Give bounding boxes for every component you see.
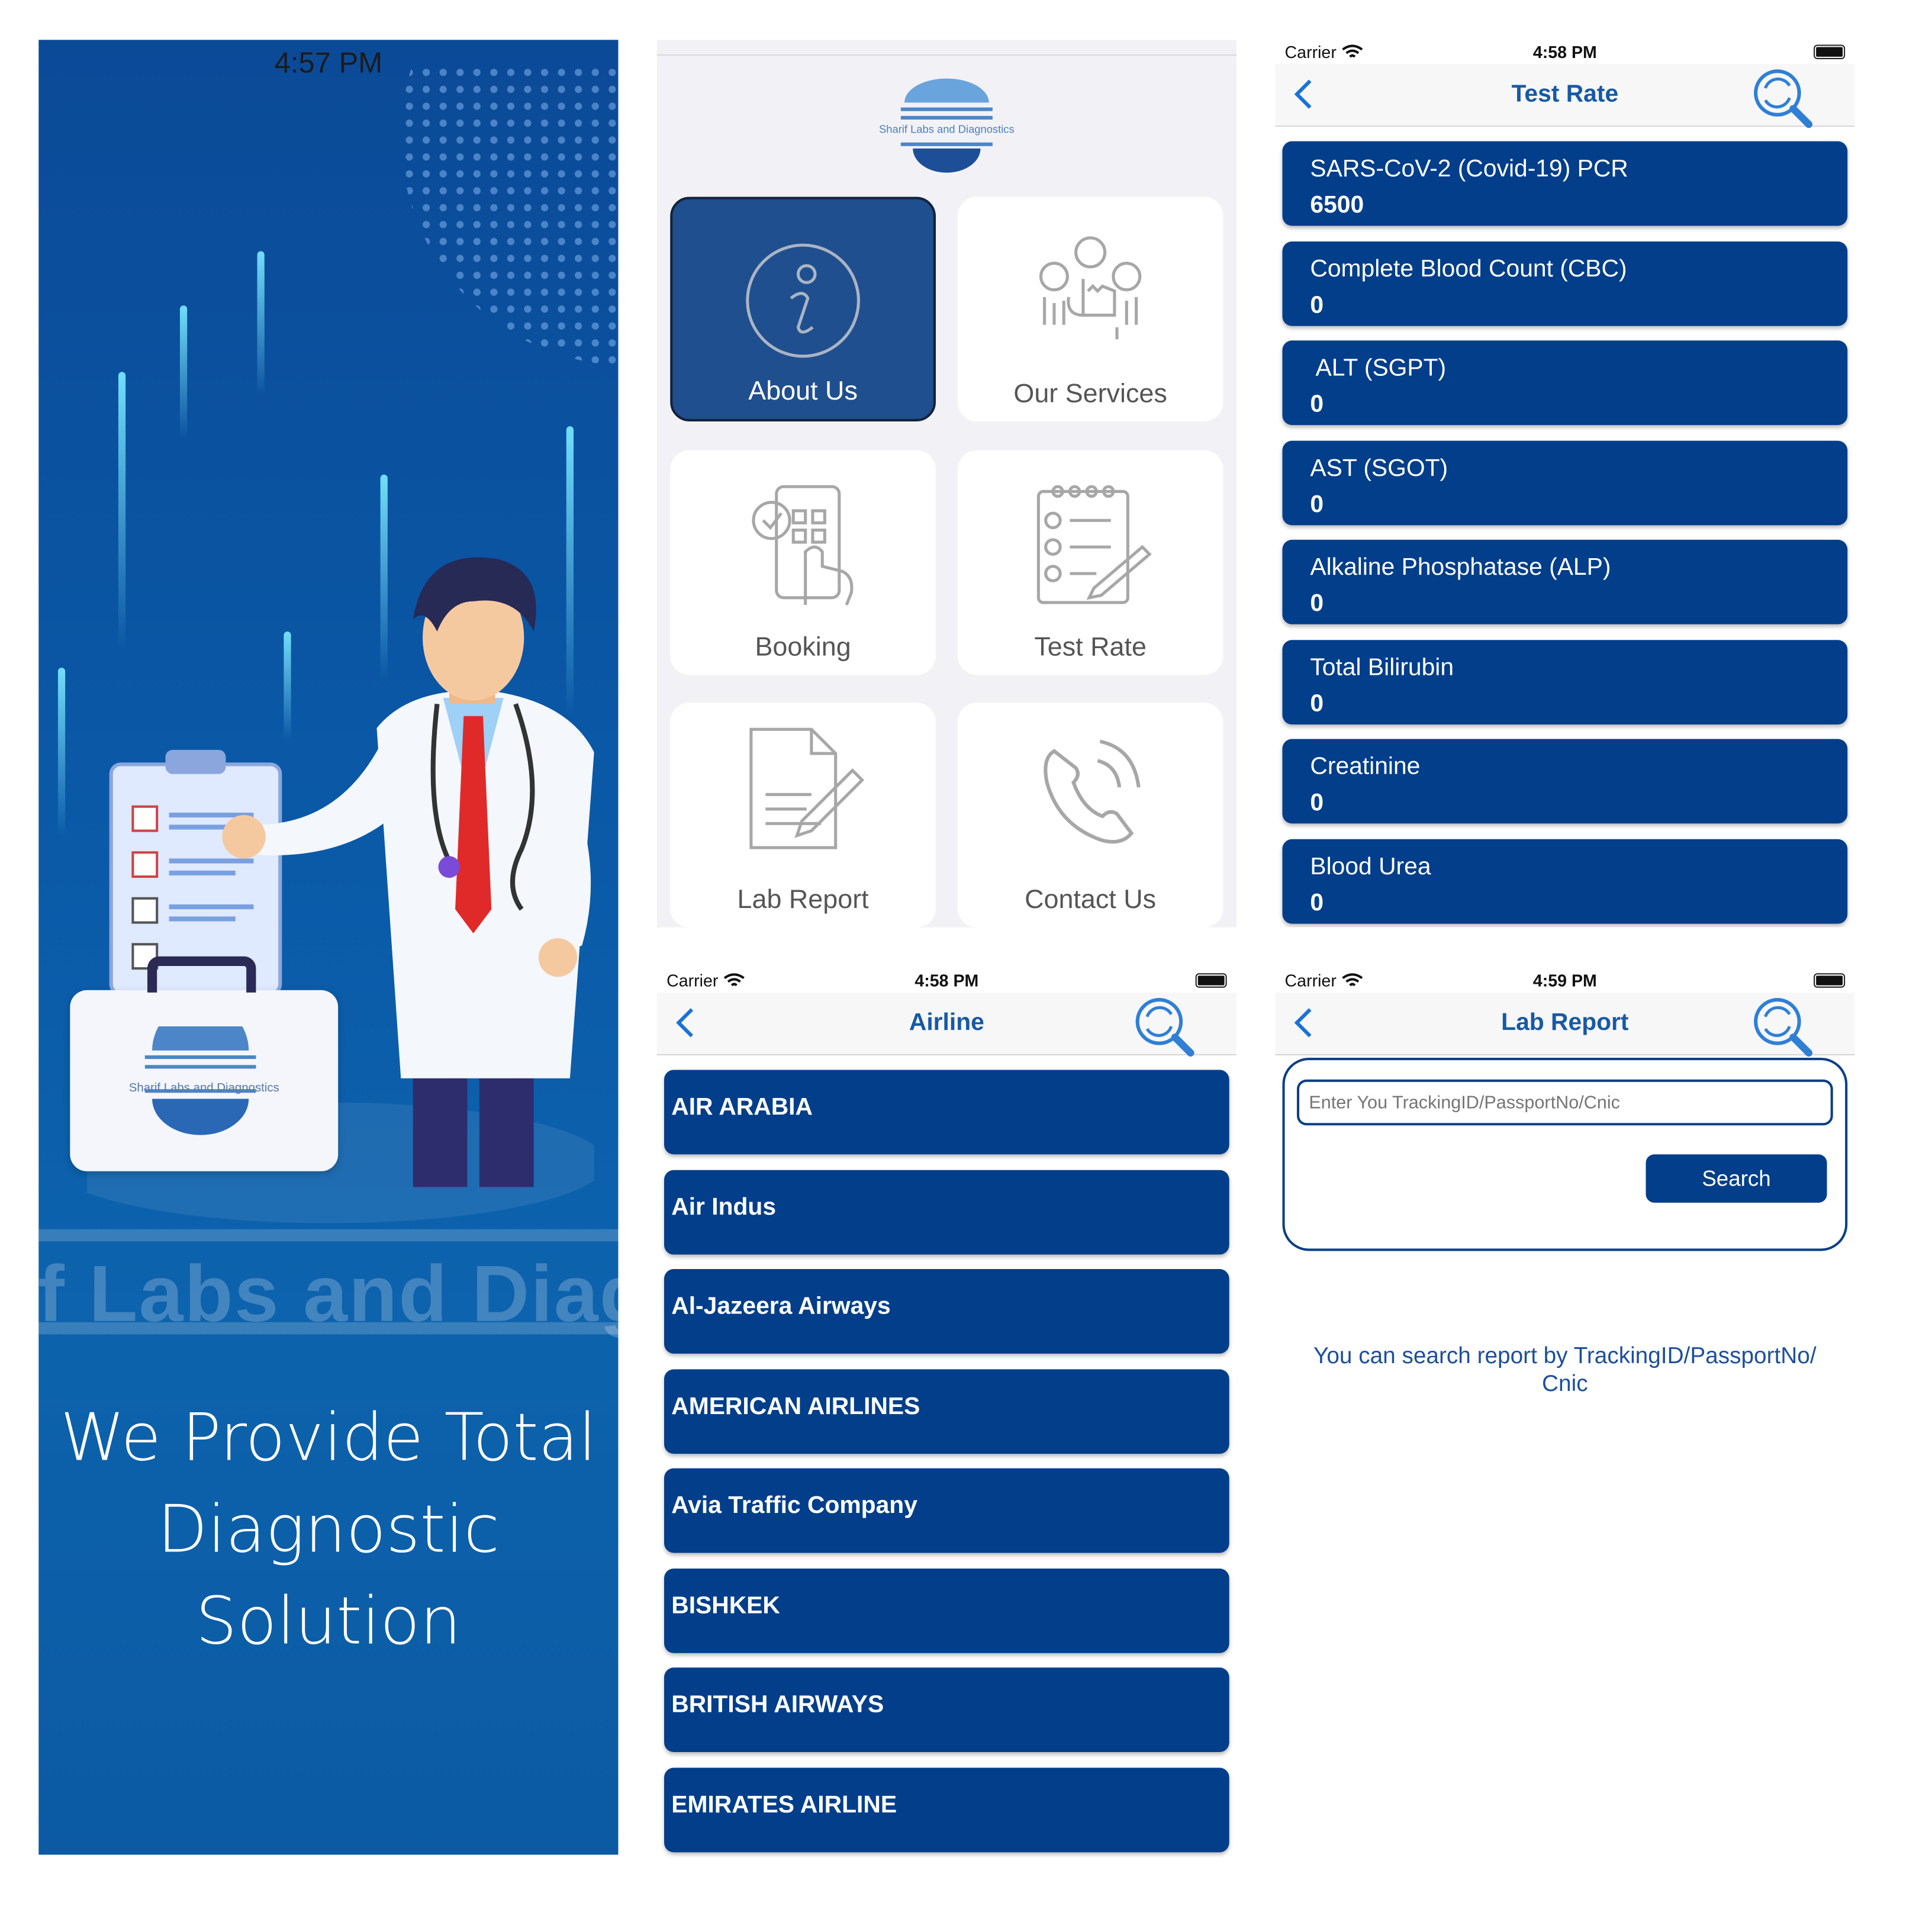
- search-panel: Search: [1282, 1058, 1848, 1251]
- test-rate-card[interactable]: Creatinine 0: [1282, 739, 1848, 824]
- nav-bar: Lab Report: [1275, 992, 1855, 1058]
- light-streak: [57, 668, 66, 837]
- test-price: 0: [1310, 889, 1324, 916]
- test-rate-card[interactable]: Blood Urea 0: [1282, 838, 1848, 923]
- test-rate-card[interactable]: SARS-CoV-2 (Covid-19) PCR 6500: [1282, 141, 1848, 226]
- test-rate-card[interactable]: ALT (SGPT) 0: [1282, 340, 1848, 426]
- test-name: Total Bilirubin: [1310, 653, 1454, 681]
- medical-kit: Sharif Labs and Diagnostics: [70, 956, 339, 1171]
- search-hint-line2: Cnic: [1542, 1371, 1588, 1398]
- nav-bar: Test Rate: [1275, 64, 1855, 129]
- top-divider: [656, 54, 1237, 56]
- battery-icon: [1814, 973, 1846, 988]
- kit-logo-text: Sharif Labs and Diagnostics: [128, 1081, 279, 1096]
- status-time: 4:58 PM: [1532, 42, 1597, 62]
- search-refresh-icon[interactable]: [1751, 995, 1816, 1058]
- home-logo-text: Sharif Labs and Diagnostics: [879, 123, 1015, 136]
- search-refresh-icon[interactable]: [1751, 66, 1816, 129]
- status-time: 4:59 PM: [1532, 971, 1597, 990]
- tile-our-services[interactable]: Our Services: [957, 197, 1223, 421]
- composite-screenshot: 4:57 PM Sharif Labs and Diagnostics f La…: [0, 0, 1932, 1932]
- lab-report-icon: [749, 727, 865, 849]
- test-name: Complete Blood Count (CBC): [1310, 255, 1627, 282]
- test-price: 0: [1310, 590, 1324, 617]
- tagline-line1: We Provide Total: [60, 1399, 597, 1476]
- airline-row[interactable]: AMERICAN AIRLINES: [664, 1368, 1229, 1454]
- divider: [38, 1229, 619, 1242]
- airline-row[interactable]: EMIRATES AIRLINE: [664, 1767, 1229, 1852]
- status-time: 4:58 PM: [915, 971, 979, 990]
- brand-logo-icon: [144, 1026, 256, 1135]
- tile-contact-us[interactable]: Contact Us: [957, 703, 1223, 928]
- tile-label: About Us: [748, 375, 858, 406]
- phone-icon: [1044, 739, 1141, 844]
- test-name: Alkaline Phosphatase (ALP): [1310, 554, 1611, 581]
- nav-bar: Airline: [656, 992, 1237, 1058]
- test-name: AST (SGOT): [1310, 455, 1448, 481]
- test-price: 6500: [1310, 192, 1364, 219]
- airline-row[interactable]: Al-Jazeera Airways: [664, 1269, 1229, 1354]
- light-streak: [179, 305, 188, 439]
- status-bar: Carrier 4:58 PM: [657, 968, 1237, 993]
- info-icon: [746, 243, 860, 358]
- services-icon: [1039, 236, 1142, 340]
- booking-icon: [752, 485, 854, 606]
- divider: [38, 1322, 619, 1335]
- home-menu-screen: Sharif Labs and Diagnostics About Us Our…: [656, 40, 1237, 928]
- test-name: SARS-CoV-2 (Covid-19) PCR: [1310, 156, 1628, 183]
- tracking-id-input[interactable]: [1296, 1079, 1833, 1126]
- status-bar: Carrier 4:59 PM: [1275, 968, 1854, 993]
- airline-row[interactable]: BISHKEK: [664, 1567, 1229, 1653]
- search-button[interactable]: Search: [1646, 1154, 1827, 1203]
- test-rate-icon: [1036, 485, 1152, 604]
- battery-icon: [1195, 973, 1227, 988]
- tagline-line2: Diagnostic Solution: [157, 1491, 500, 1659]
- airline-row[interactable]: BRITISH AIRWAYS: [664, 1667, 1229, 1753]
- test-price: 0: [1310, 790, 1324, 817]
- light-streak: [257, 251, 265, 397]
- tile-about-us[interactable]: About Us: [670, 197, 936, 421]
- kit-handle: [147, 956, 256, 993]
- search-hint: You can search report by TrackingID/Pass…: [1275, 1342, 1854, 1398]
- battery-icon: [1814, 44, 1846, 59]
- tagline: We Provide Total Diagnostic Solution: [38, 1392, 618, 1667]
- test-rate-card[interactable]: AST (SGOT) 0: [1282, 440, 1848, 525]
- test-name: ALT (SGPT): [1310, 355, 1447, 382]
- tile-label: Booking: [755, 631, 851, 662]
- lab-report-screen: Carrier 4:59 PM Lab Report Search You ca…: [1275, 968, 1855, 1862]
- airline-row[interactable]: Air Indus: [664, 1169, 1229, 1254]
- tile-lab-report[interactable]: Lab Report: [670, 703, 936, 928]
- tile-test-rate[interactable]: Test Rate: [957, 450, 1223, 675]
- search-hint-line1: You can search report by TrackingID/Pass…: [1313, 1344, 1817, 1370]
- tile-label: Lab Report: [737, 884, 869, 915]
- splash-screen: 4:57 PM Sharif Labs and Diagnostics f La…: [38, 40, 619, 1855]
- tile-label: Our Services: [1013, 378, 1167, 408]
- search-refresh-icon[interactable]: [1133, 995, 1198, 1058]
- airline-row[interactable]: Avia Traffic Company: [664, 1468, 1229, 1553]
- test-rate-card[interactable]: Complete Blood Count (CBC) 0: [1282, 240, 1848, 326]
- test-price: 0: [1310, 690, 1324, 717]
- test-name: Blood Urea: [1310, 853, 1431, 880]
- airline-row[interactable]: AIR ARABIA: [664, 1070, 1229, 1155]
- test-price: 0: [1310, 491, 1324, 518]
- tile-label: Test Rate: [1034, 631, 1147, 662]
- airline-screen: Carrier 4:58 PM Airline AIR ARABIA Air In…: [656, 968, 1237, 1862]
- test-name: Creatinine: [1310, 753, 1421, 780]
- tile-label: Contact Us: [1025, 884, 1157, 915]
- test-rate-screen: Carrier 4:58 PM Test Rate SARS-CoV-2 (Co…: [1275, 40, 1855, 928]
- test-price: 0: [1310, 391, 1324, 418]
- test-rate-card[interactable]: Alkaline Phosphatase (ALP) 0: [1282, 539, 1848, 624]
- tile-booking[interactable]: Booking: [670, 450, 936, 675]
- test-rate-card[interactable]: Total Bilirubin 0: [1282, 639, 1848, 724]
- dotted-globe-decoration: [401, 64, 619, 366]
- status-bar: Carrier 4:58 PM: [1275, 40, 1854, 64]
- test-price: 0: [1310, 291, 1324, 318]
